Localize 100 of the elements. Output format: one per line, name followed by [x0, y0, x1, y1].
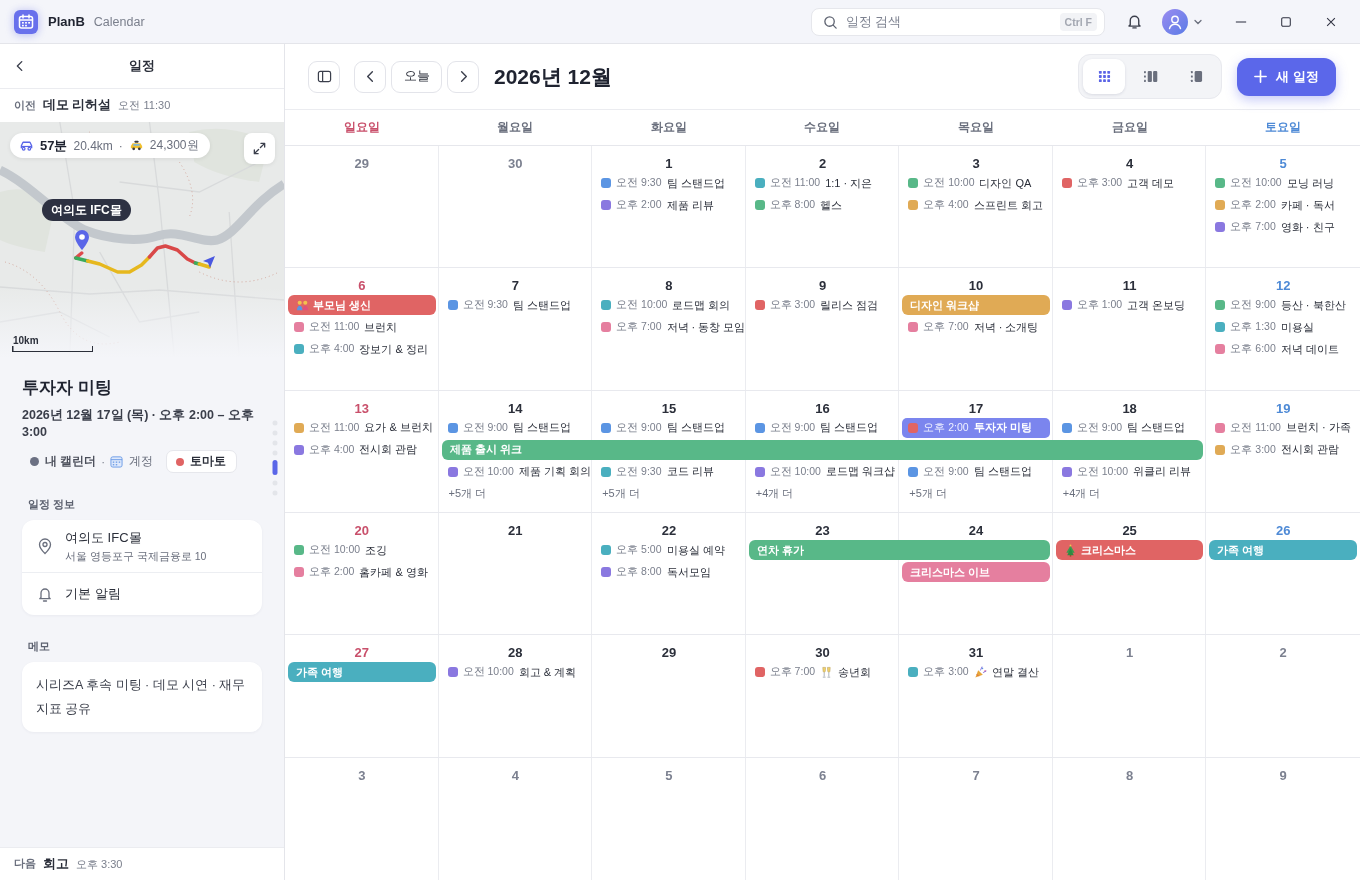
day-number: 4 [1126, 156, 1134, 172]
event-item[interactable]: 오후 7:00 저녁 · 동창 모임 [595, 317, 752, 338]
event-item[interactable]: 오전 11:00 요가 & 브런치 [288, 417, 439, 438]
app-subtitle: Calendar [93, 14, 145, 29]
day-number: 4 [511, 767, 519, 784]
more-events-link[interactable]: +5개 더 [592, 486, 640, 502]
event-item[interactable]: 오후 8:00 독서모임 [595, 562, 717, 582]
panel-title: 일정 [129, 57, 155, 75]
separator-dot: · [101, 455, 106, 468]
event-datetime: 2026년 12월 17일 (목) · 오후 2:00 – 오후 3:00 [22, 407, 255, 441]
location-pin-icon [36, 537, 54, 555]
sidebar-toggle-button[interactable] [308, 60, 340, 93]
event-item[interactable]: 오후 6:00 저녁 데이트 [1209, 339, 1345, 360]
event-item[interactable]: 오후 1:30 미용실 [1209, 317, 1320, 338]
event-item[interactable]: 오전 10:00 디자인 QA [902, 173, 1038, 193]
new-event-button[interactable]: 새 일정 [1237, 57, 1336, 96]
day-number: 29 [661, 645, 677, 662]
view-option[interactable] [1083, 59, 1126, 94]
event-item[interactable]: 오후 5:00 미용실 예약 [595, 540, 731, 560]
today-button[interactable]: 오늘 [391, 60, 442, 93]
champagne-glasses-icon [820, 665, 834, 679]
event-item[interactable]: 오후 7:00 저녁 · 소개팅 [902, 317, 1045, 338]
event-item[interactable]: 오전 9:00 팀 스탠드업 [441, 417, 577, 438]
day-number: 5 [1279, 156, 1287, 172]
section-heading: 메모 [28, 639, 51, 654]
calendar-icon [110, 455, 124, 468]
event-item[interactable]: 오후 2:00 카페 · 독서 [1209, 195, 1341, 215]
event-item[interactable]: 오후 4:00 스프린트 회고 [902, 195, 1049, 215]
day-number: 7 [511, 278, 519, 295]
day-number: 21 [508, 523, 523, 539]
place-name: 여의도 IFC몰 [65, 528, 143, 547]
event-item[interactable]: 오전 9:00 팀 스탠드업 [748, 417, 885, 438]
day-number: 8 [1126, 767, 1134, 784]
event-item[interactable]: 오후 2:00 제품 리뷰 [595, 195, 720, 215]
event-item[interactable]: 오전 9:30 코드 리뷰 [595, 461, 720, 482]
navigation-arrow-icon [202, 255, 216, 269]
event-item[interactable]: 오전 11:00 1:1 · 지은 [748, 173, 879, 193]
event-item[interactable]: 오전 10:00 모닝 러닝 [1209, 173, 1340, 193]
weekday-label: 토요일 [1264, 119, 1303, 136]
event-item[interactable]: 오후 4:00 장보기 & 정리 [288, 339, 434, 360]
more-events-link[interactable]: +5개 더 [438, 486, 487, 502]
event-item[interactable]: 오전 9:00 등산 · 북한산 [1209, 295, 1352, 316]
more-events-link[interactable]: +4개 더 [745, 486, 794, 502]
next-event[interactable]: 다음 회고 오후 3:30 [0, 847, 284, 880]
event-item[interactable]: 오후 7:00 송년회 [748, 662, 878, 683]
event-item[interactable]: 오후 8:00 헬스 [748, 195, 849, 215]
event-item[interactable]: 오후 3:00 전시회 관람 [1209, 439, 1345, 460]
place-address: 서울 영등포구 국제금융로 10 [65, 549, 207, 564]
route-distance: 20.4km [73, 138, 113, 153]
day-number: 16 [815, 400, 830, 417]
day-number: 11 [1122, 278, 1137, 295]
section-heading: 일정 정보 [28, 497, 77, 512]
columns-icon [1142, 70, 1158, 83]
event-item[interactable]: 오후 3:00 고객 데모 [1055, 173, 1181, 193]
event-item[interactable]: 오전 9:30 팀 스탠드업 [595, 173, 731, 193]
more-events-link[interactable]: +5개 더 [899, 486, 947, 502]
day-number: 6 [818, 767, 827, 784]
bell-icon [36, 585, 54, 603]
plus-icon [1254, 70, 1268, 83]
event-item[interactable]: 오후 7:00 영화 · 친구 [1209, 217, 1341, 237]
expand-icon [252, 141, 267, 156]
event-item[interactable]: 오후 3:00 연말 결산 [902, 662, 1045, 683]
event-item[interactable]: 오전 10:00 로드맵 회의 [595, 295, 737, 316]
day-number: 25 [1122, 523, 1137, 539]
event-item[interactable]: 오전 11:00 브런치 · 가족 [1209, 417, 1357, 438]
event-item[interactable]: 오전 10:00 위클리 리뷰 [1055, 461, 1198, 482]
day-number: 27 [354, 645, 369, 662]
maximize-icon[interactable] [1280, 15, 1292, 28]
calendar-logo-icon [14, 9, 38, 34]
separator-dot: · [118, 138, 123, 153]
day-number: 3 [358, 767, 366, 784]
event-item[interactable]: 오후 1:00 고객 온보딩 [1055, 295, 1192, 316]
more-events-link[interactable]: +4개 더 [1052, 486, 1101, 502]
event-item[interactable]: 오전 9:30 팀 스탠드업 [441, 295, 577, 316]
event-item[interactable]: 오전 10:00 조깅 [288, 540, 394, 560]
day-number: 2 [1279, 645, 1287, 662]
event-item[interactable]: 오전 10:00 로드맵 워크샵 [748, 461, 901, 482]
route-duration: 57분 [40, 136, 68, 155]
christmas-tree-icon [1063, 543, 1077, 557]
user-avatar-icon[interactable] [1162, 8, 1188, 35]
close-icon[interactable] [1325, 15, 1337, 28]
event-title: 투자자 미팅 [22, 377, 113, 399]
event-item[interactable]: 오전 11:00 브런치 [288, 317, 404, 338]
color-tag[interactable]: 토마토 [166, 450, 238, 473]
day-number: 29 [354, 156, 369, 172]
event-item[interactable]: 오후 2:00 홈카페 & 영화 [288, 562, 434, 582]
event-item[interactable]: 오전 10:00 회고 & 계획 [441, 662, 583, 683]
day-number: 18 [1122, 400, 1137, 417]
expand-map-button[interactable] [244, 133, 275, 164]
day-number: 24 [968, 523, 984, 539]
memo-text: 시리즈A 후속 미팅 · 데모 시연 · 재무 지표 공유 [22, 662, 262, 732]
event-item[interactable]: 오전 9:00 팀 스탠드업 [595, 417, 731, 438]
event-item[interactable]: 오전 9:00 팀 스탠드업 [902, 461, 1038, 482]
event-item[interactable]: 오전 9:00 팀 스탠드업 [1055, 417, 1192, 438]
bell-icon[interactable] [1126, 13, 1143, 30]
previous-event[interactable]: 이전 데모 리허설 오전 11:30 [0, 89, 284, 122]
event-item[interactable]: 오후 3:00 릴리스 점검 [748, 295, 885, 316]
event-item[interactable]: 오후 4:00 전시회 관람 [288, 439, 424, 460]
day-number: 31 [968, 645, 984, 662]
event-item[interactable]: 오전 10:00 제품 기획 회의 [441, 461, 597, 482]
